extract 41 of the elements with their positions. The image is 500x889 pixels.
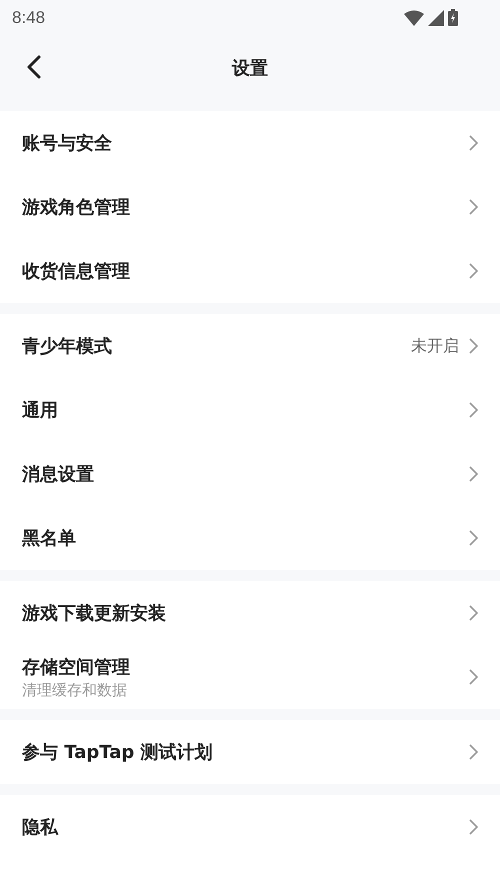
battery-icon — [448, 9, 458, 26]
chevron-icon — [469, 466, 478, 482]
settings-item[interactable]: 账号与安全 — [0, 111, 500, 175]
chevron-icon — [469, 530, 478, 546]
settings-item[interactable]: 游戏下载更新安装 — [0, 581, 500, 645]
item-label: 参与 TapTap 测试计划 — [22, 741, 214, 764]
item-label: 消息设置 — [22, 463, 95, 486]
item-label: 游戏角色管理 — [22, 196, 131, 219]
settings-item[interactable]: 通用 — [0, 378, 500, 442]
settings-item[interactable]: 游戏角色管理 — [0, 175, 500, 239]
back-icon[interactable] — [26, 55, 42, 79]
item-label: 账号与安全 — [22, 132, 113, 155]
settings-item[interactable]: 消息设置 — [0, 442, 500, 506]
item-label: 青少年模式 — [22, 335, 113, 358]
chevron-icon — [469, 402, 478, 418]
item-label: 通用 — [22, 399, 59, 422]
page-title: 设置 — [232, 56, 268, 80]
item-label: 存储空间管理 — [22, 656, 131, 678]
chevron-icon — [469, 135, 478, 151]
chevron-icon — [469, 263, 478, 279]
item-label: 隐私 — [22, 816, 60, 839]
settings-item[interactable]: 参与 TapTap 测试计划 — [0, 720, 500, 784]
chevron-icon — [469, 605, 478, 621]
status-time: 8:48 — [12, 8, 46, 28]
settings-item[interactable]: 黑名单 — [0, 506, 500, 570]
item-subtitle: 清理缓存和数据 — [22, 680, 128, 700]
chevron-icon — [469, 669, 478, 685]
chevron-icon — [469, 819, 478, 835]
chevron-icon — [469, 338, 478, 354]
chevron-icon — [469, 744, 478, 760]
wifi-icon — [404, 10, 424, 26]
settings-item[interactable]: 隐私 — [0, 795, 500, 859]
settings-item[interactable]: 存储空间管理 清理缓存和数据 — [0, 645, 500, 709]
chevron-icon — [469, 199, 478, 215]
settings-item[interactable]: 青少年模式 未开启 — [0, 314, 500, 378]
settings-item[interactable]: 收货信息管理 — [0, 239, 500, 303]
item-label: 黑名单 — [22, 527, 77, 550]
item-value: 未开启 — [411, 336, 459, 356]
signal-icon — [428, 10, 444, 26]
item-label: 游戏下载更新安装 — [22, 602, 167, 625]
item-label: 收货信息管理 — [22, 260, 131, 283]
